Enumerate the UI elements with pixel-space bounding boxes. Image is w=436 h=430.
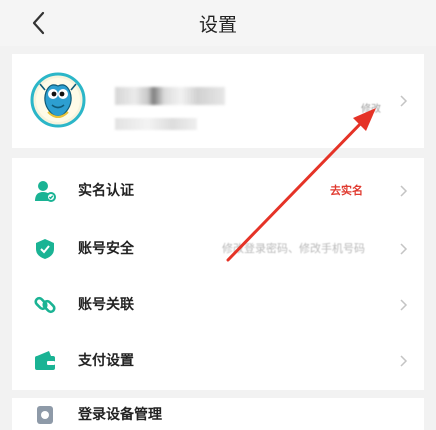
- row-label: 账号安全: [78, 241, 134, 257]
- row-value: 修改登录密码、修改手机号码: [222, 242, 365, 255]
- link-icon: [34, 296, 56, 314]
- chevron-right-icon: [400, 355, 408, 367]
- row-account-link[interactable]: 账号关联: [12, 276, 424, 332]
- page-title: 设置: [198, 14, 237, 36]
- settings-list: 实名认证 去实名 账号安全 修改登录密码、修改手机号码 账号关联 支付设置: [12, 158, 424, 390]
- row-label: 登录设备管理: [78, 407, 162, 423]
- row-payment-settings[interactable]: 支付设置: [12, 332, 424, 388]
- device-icon: [37, 406, 53, 424]
- row-value[interactable]: 去实名: [330, 182, 363, 198]
- chevron-right-icon: [400, 299, 408, 311]
- edit-profile-link[interactable]: 修改: [361, 100, 381, 115]
- avatar[interactable]: [30, 72, 86, 128]
- wallet-icon: [35, 351, 55, 370]
- chevron-right-icon: [400, 95, 408, 107]
- user-verify-icon: [35, 181, 56, 202]
- account-id-blurred: [115, 118, 197, 130]
- row-device-management[interactable]: 登录设备管理: [12, 392, 424, 430]
- row-label: 账号关联: [78, 297, 134, 313]
- row-label: 实名认证: [78, 183, 134, 199]
- chevron-right-icon: [400, 243, 408, 255]
- shield-check-icon: [36, 239, 54, 259]
- top-bar: 设置: [0, 0, 436, 46]
- profile-card[interactable]: 修改: [12, 54, 424, 148]
- row-label: 支付设置: [78, 353, 134, 369]
- chevron-right-icon: [400, 185, 408, 197]
- settings-list-secondary: 登录设备管理: [12, 398, 424, 430]
- row-real-name[interactable]: 实名认证 去实名: [12, 162, 424, 218]
- row-account-security[interactable]: 账号安全 修改登录密码、修改手机号码: [12, 220, 424, 276]
- username-blurred: [115, 87, 225, 105]
